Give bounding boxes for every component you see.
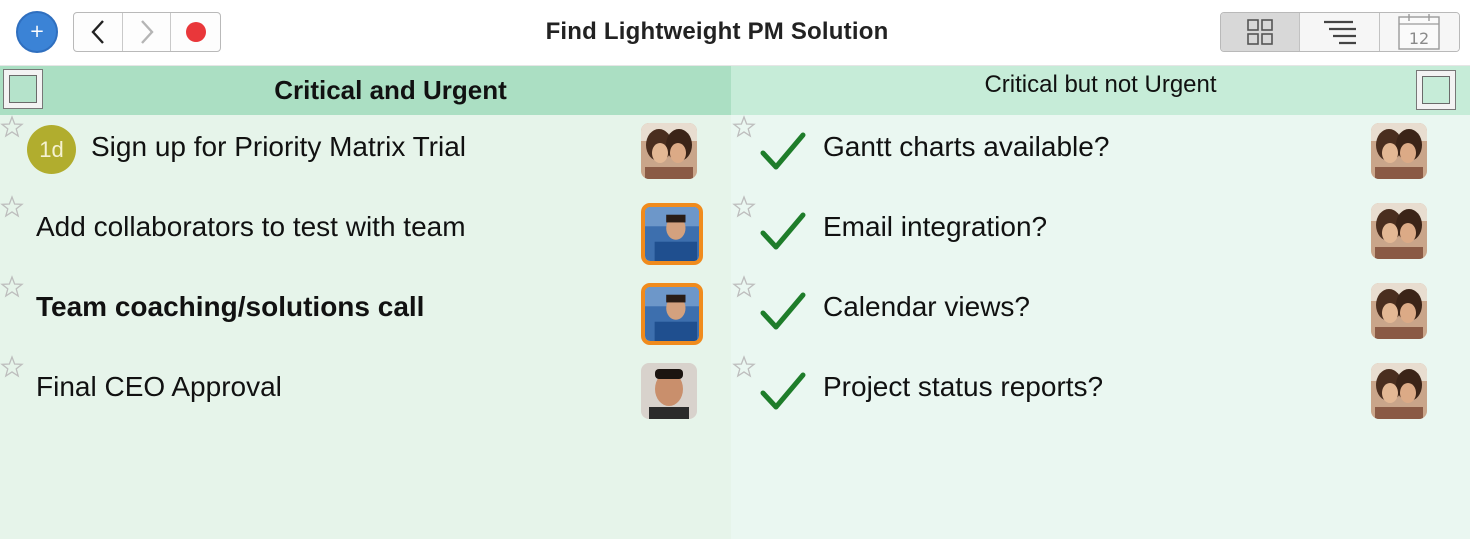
checkmark-icon[interactable] [759,367,807,415]
task-title[interactable]: Calendar views? [823,291,1030,323]
calendar-view-button[interactable]: 12 [1379,13,1459,51]
quadrant-title: Critical and Urgent [274,75,507,105]
quadrant-select-checkbox[interactable] [1416,70,1456,110]
task-row[interactable]: Final CEO Approval [0,355,731,435]
avatar-selected[interactable] [641,283,703,345]
grid-view-icon [1247,19,1273,45]
task-title[interactable]: Team coaching/solutions call [36,291,424,323]
man-blue-shirt-photo-icon [645,207,699,261]
star-icon[interactable] [0,195,24,219]
list-view-icon [1323,20,1356,45]
quadrant-select-checkbox[interactable] [3,69,43,109]
star-icon[interactable] [732,195,756,219]
avatar[interactable] [641,363,697,419]
quadrant-critical-urgent: Critical and Urgent 1d Sign up for Prior… [0,66,731,539]
task-title[interactable]: Sign up for Priority Matrix Trial [91,131,466,163]
woman-pair-photo-icon [1371,283,1427,339]
page-title: Find Lightweight PM Solution [545,18,889,45]
task-row[interactable]: Project status reports? [731,355,1470,435]
list-view-button[interactable] [1300,13,1380,51]
avatar[interactable] [1371,283,1427,339]
task-row[interactable]: Calendar views? [731,275,1470,355]
man-portrait-photo-icon [641,363,697,419]
star-icon[interactable] [732,115,756,139]
woman-pair-photo-icon [1371,123,1427,179]
woman-pair-photo-icon [1371,363,1427,419]
task-row[interactable]: Add collaborators to test with team [0,195,731,275]
star-icon[interactable] [732,355,756,379]
avatar-selected[interactable] [641,203,703,265]
task-title[interactable]: Project status reports? [823,371,1103,403]
task-title[interactable]: Email integration? [823,211,1047,243]
task-title[interactable]: Gantt charts available? [823,131,1109,163]
grid-view-button[interactable] [1221,13,1301,51]
star-icon[interactable] [0,115,24,139]
task-row[interactable]: Team coaching/solutions call [0,275,731,355]
view-switcher: 12 [1220,12,1460,52]
calendar-day-label: 12 [1409,29,1429,48]
due-badge: 1d [27,125,76,174]
quadrant-header: Critical and Urgent [0,66,731,115]
quadrant-title: Critical but not Urgent [984,70,1217,98]
star-icon[interactable] [0,275,24,299]
task-title[interactable]: Final CEO Approval [36,371,282,403]
task-row[interactable]: 1d Sign up for Priority Matrix Trial [0,115,731,195]
checkmark-icon[interactable] [759,287,807,335]
toolbar: + Find Lightweight PM Solution 12 [0,0,1470,66]
avatar[interactable] [1371,363,1427,419]
quadrant-critical-not-urgent: Critical but not Urgent Gantt charts ava… [731,66,1470,539]
task-title[interactable]: Add collaborators to test with team [36,211,466,243]
woman-pair-photo-icon [1371,203,1427,259]
quadrant-header: Critical but not Urgent [731,66,1470,115]
avatar[interactable] [1371,123,1427,179]
avatar[interactable] [641,123,697,179]
woman-pair-photo-icon [641,123,697,179]
calendar-view-icon: 12 [1398,14,1441,50]
star-icon[interactable] [0,355,24,379]
task-row[interactable]: Email integration? [731,195,1470,275]
task-row[interactable]: Gantt charts available? [731,115,1470,195]
star-icon[interactable] [732,275,756,299]
checkmark-icon[interactable] [759,207,807,255]
avatar[interactable] [1371,203,1427,259]
man-blue-shirt-photo-icon [645,287,699,341]
checkmark-icon[interactable] [759,127,807,175]
